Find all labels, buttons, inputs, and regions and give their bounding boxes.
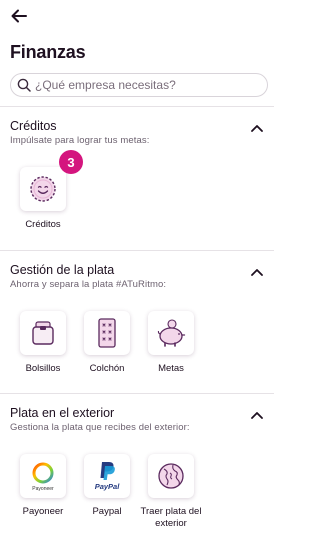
paypal-logo-text: PayPal — [94, 482, 120, 491]
arrow-left-icon — [11, 9, 27, 23]
tile-icon-box — [20, 311, 66, 355]
tile-icon-box — [148, 311, 194, 355]
tile-traer-plata[interactable]: Traer plata del exterior — [141, 454, 201, 530]
tile-icon-box — [84, 311, 130, 355]
section-title: Créditos — [10, 119, 57, 133]
divider — [0, 393, 274, 394]
chevron-up-icon[interactable] — [250, 123, 264, 133]
back-button[interactable] — [9, 6, 29, 26]
tile-label: Paypal — [92, 506, 122, 517]
divider — [0, 106, 274, 107]
tile-icon-box: Payoneer — [20, 454, 66, 498]
tile-metas[interactable]: Metas — [147, 311, 195, 375]
tile-label: Payoneer — [22, 506, 64, 517]
section-header-creditos[interactable]: Créditos Impúlsate para lograr tus metas… — [10, 119, 264, 146]
tile-bolsillos[interactable]: Bolsillos — [19, 311, 67, 375]
section-header-exterior[interactable]: Plata en el exterior Gestiona la plata q… — [10, 406, 264, 433]
globe-icon — [158, 463, 184, 489]
search-input[interactable] — [35, 78, 255, 92]
tile-icon-box: PayPal — [84, 454, 130, 498]
chevron-up-icon[interactable] — [250, 410, 264, 420]
tile-icon-box — [20, 167, 66, 211]
tile-label: Créditos — [25, 219, 61, 230]
section-header-gestion[interactable]: Gestión de la plata Ahorra y separa la p… — [10, 263, 264, 290]
chevron-up-icon[interactable] — [250, 267, 264, 277]
tile-label: Metas — [158, 363, 184, 374]
section-subtitle: Impúlsate para lograr tus metas: — [10, 135, 150, 146]
tile-payoneer[interactable]: Payoneer Payoneer — [19, 454, 67, 518]
section-title: Gestión de la plata — [10, 263, 115, 277]
paypal-logo — [100, 462, 115, 480]
payoneer-logo-text: Payoneer — [32, 485, 54, 492]
tile-label: Traer plata del exterior — [140, 506, 202, 529]
divider — [0, 250, 274, 251]
page-title: Finanzas — [10, 42, 86, 62]
search-icon — [17, 78, 31, 92]
smiley-icon — [30, 176, 56, 202]
section-title: Plata en el exterior — [10, 406, 115, 420]
payoneer-logo — [32, 462, 54, 483]
piggy-bank-icon — [157, 319, 186, 347]
section-subtitle: Gestiona la plata que recibes del exteri… — [10, 422, 190, 433]
mattress-icon — [98, 318, 116, 348]
section-subtitle: Ahorra y separa la plata #ATuRitmo: — [10, 279, 167, 290]
tile-creditos[interactable]: Créditos — [19, 167, 67, 231]
notification-badge: 3 — [59, 150, 83, 174]
tile-colchon[interactable]: Colchón — [83, 311, 131, 375]
tile-paypal[interactable]: PayPal Paypal — [83, 454, 131, 518]
tile-label: Bolsillos — [25, 363, 61, 374]
pocket-icon — [32, 321, 54, 345]
tile-label: Colchón — [89, 363, 125, 374]
tile-icon-box — [148, 454, 194, 498]
search-bar[interactable] — [10, 73, 268, 97]
